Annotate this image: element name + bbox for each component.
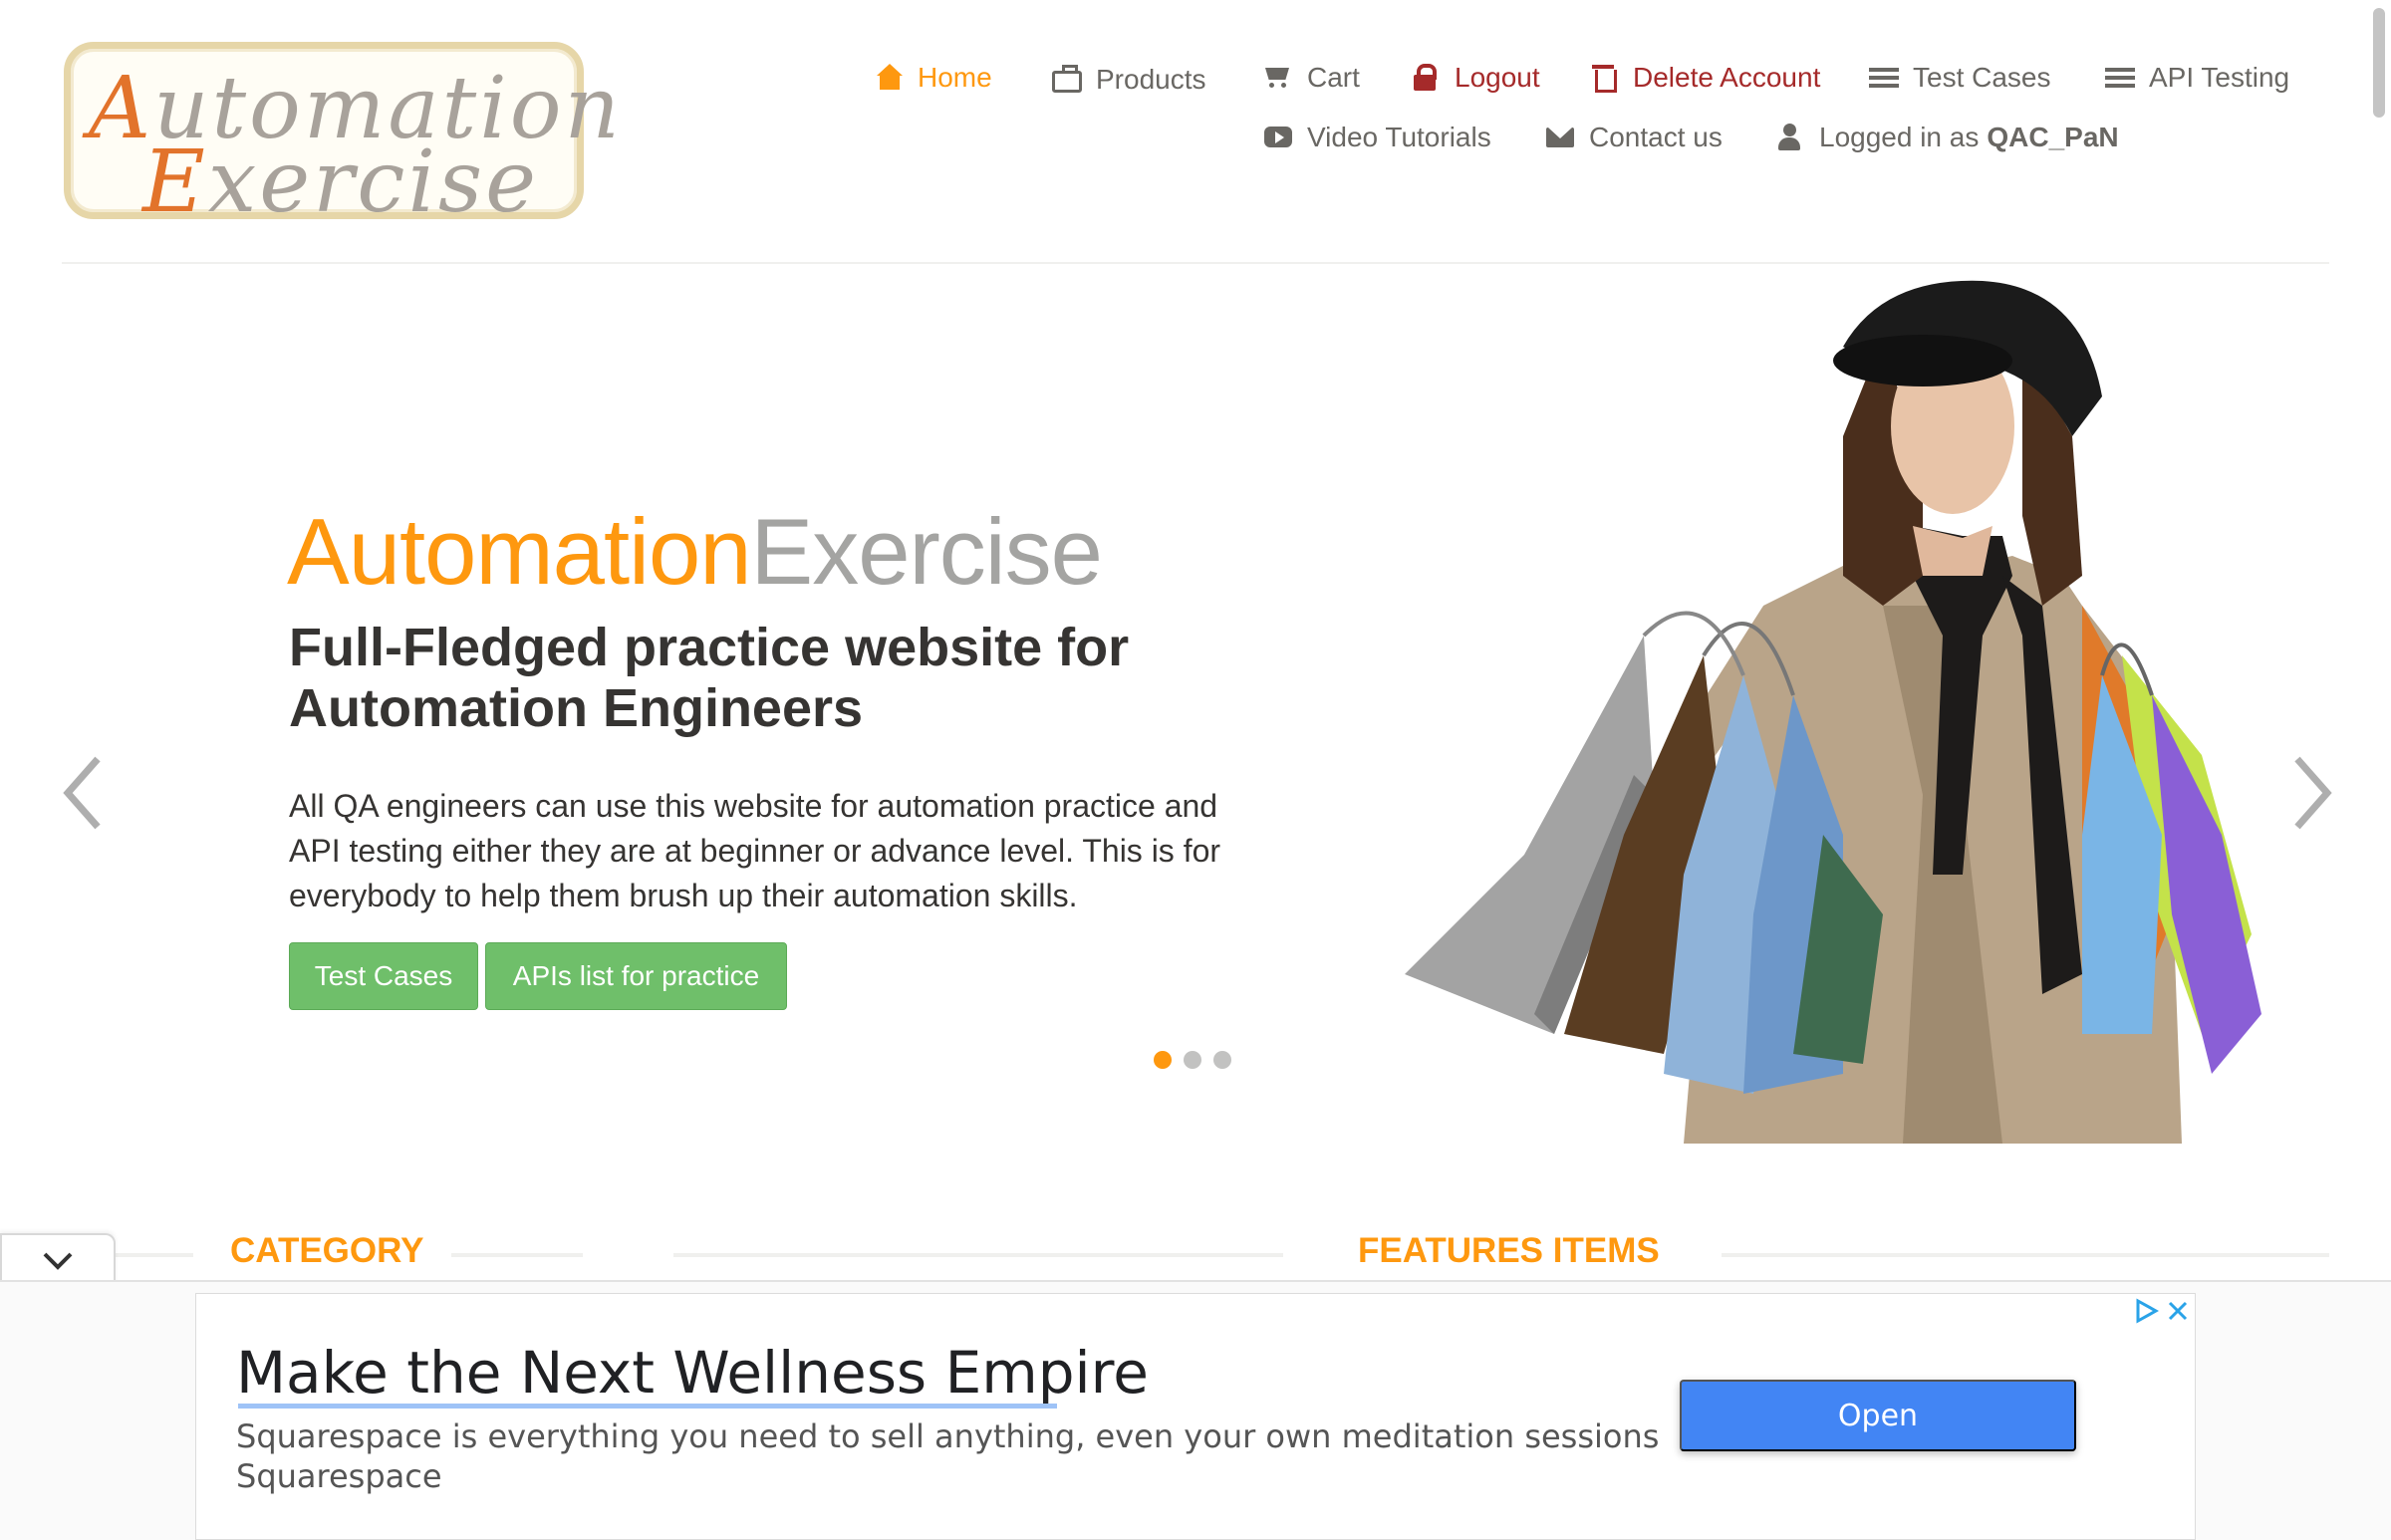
- hero-shopping-girl-image: [1405, 280, 2261, 1144]
- user-icon: [1775, 124, 1805, 151]
- logged-in-username: QAC_PaN: [1987, 122, 2119, 152]
- trash-icon: [1589, 64, 1619, 93]
- nav-products[interactable]: Products: [1052, 64, 1206, 96]
- chevron-left-icon: [63, 756, 101, 830]
- slider-indicators: [1154, 1051, 1231, 1069]
- list-icon: [1869, 68, 1899, 92]
- nav-api-testing-label: API Testing: [2149, 62, 2290, 93]
- nav-video-tutorials-label: Video Tutorials: [1307, 122, 1491, 152]
- nav-test-cases[interactable]: Test Cases: [1869, 62, 2051, 94]
- category-heading: CATEGORY: [230, 1231, 424, 1270]
- apis-list-button[interactable]: APIs list for practice: [485, 942, 787, 1010]
- nav-home[interactable]: Home: [874, 62, 992, 94]
- chevron-right-icon: [2294, 756, 2332, 830]
- hero-brand: AutomationExercise: [287, 499, 1103, 604]
- nav-delete-account-label: Delete Account: [1633, 62, 1821, 93]
- slider-dot-1[interactable]: [1154, 1051, 1172, 1069]
- category-divider-right: [451, 1253, 583, 1257]
- cart-icon: [1263, 64, 1293, 92]
- nav-cart-label: Cart: [1307, 62, 1360, 93]
- ad-headline[interactable]: Make the Next Wellness Empire: [236, 1339, 1149, 1407]
- features-items-heading: FEATURES ITEMS: [1358, 1231, 1660, 1270]
- hero-description: All QA engineers can use this website fo…: [289, 788, 1221, 913]
- nav-contact-us-label: Contact us: [1589, 122, 1723, 152]
- close-icon[interactable]: [2165, 1298, 2191, 1324]
- page-scrollbar[interactable]: [2373, 8, 2385, 118]
- nav-test-cases-label: Test Cases: [1913, 62, 2051, 93]
- briefcase-icon: [1052, 65, 1082, 93]
- home-icon: [874, 64, 904, 92]
- adchoices-icon[interactable]: [2133, 1298, 2159, 1324]
- nav-contact-us[interactable]: Contact us: [1545, 122, 1723, 153]
- slider-next-button[interactable]: [2283, 753, 2337, 833]
- nav-products-label: Products: [1096, 64, 1206, 95]
- header-divider: [62, 262, 2329, 264]
- ad-description: Squarespace is everything you need to se…: [236, 1417, 1660, 1455]
- slider-dot-3[interactable]: [1213, 1051, 1231, 1069]
- features-divider-right: [1722, 1253, 2329, 1257]
- hero-title: Full-Fledged practice website for Automa…: [289, 618, 1130, 738]
- nav-logout-label: Logout: [1455, 62, 1540, 93]
- nav-delete-account[interactable]: Delete Account: [1589, 62, 1820, 94]
- main-nav: Home Products Cart Logout Delete Account…: [0, 0, 2391, 179]
- slider-prev-button[interactable]: [58, 753, 112, 833]
- envelope-icon: [1545, 124, 1575, 151]
- slider-dot-2[interactable]: [1184, 1051, 1201, 1069]
- ad-collapse-toggle[interactable]: [0, 1233, 116, 1285]
- video-icon: [1263, 124, 1293, 151]
- nav-video-tutorials[interactable]: Video Tutorials: [1263, 122, 1491, 153]
- lock-icon: [1411, 64, 1441, 92]
- features-divider-left: [673, 1253, 1283, 1257]
- chevron-down-icon: [43, 1252, 73, 1270]
- test-cases-button[interactable]: Test Cases: [289, 942, 478, 1010]
- category-divider-left: [116, 1253, 193, 1257]
- nav-logged-in[interactable]: Logged in as QAC_PaN: [1775, 122, 2119, 153]
- nav-logout[interactable]: Logout: [1411, 62, 1540, 94]
- list-icon: [2105, 68, 2135, 92]
- ad-open-button[interactable]: Open: [1680, 1380, 2076, 1451]
- ad-headline-underline: [238, 1404, 1057, 1409]
- ad-banner[interactable]: Make the Next Wellness Empire Squarespac…: [195, 1293, 2196, 1540]
- nav-api-testing[interactable]: API Testing: [2105, 62, 2289, 94]
- logged-in-label: Logged in as: [1819, 122, 1980, 152]
- nav-home-label: Home: [918, 62, 992, 93]
- nav-cart[interactable]: Cart: [1263, 62, 1360, 94]
- ad-source: Squarespace: [236, 1457, 442, 1495]
